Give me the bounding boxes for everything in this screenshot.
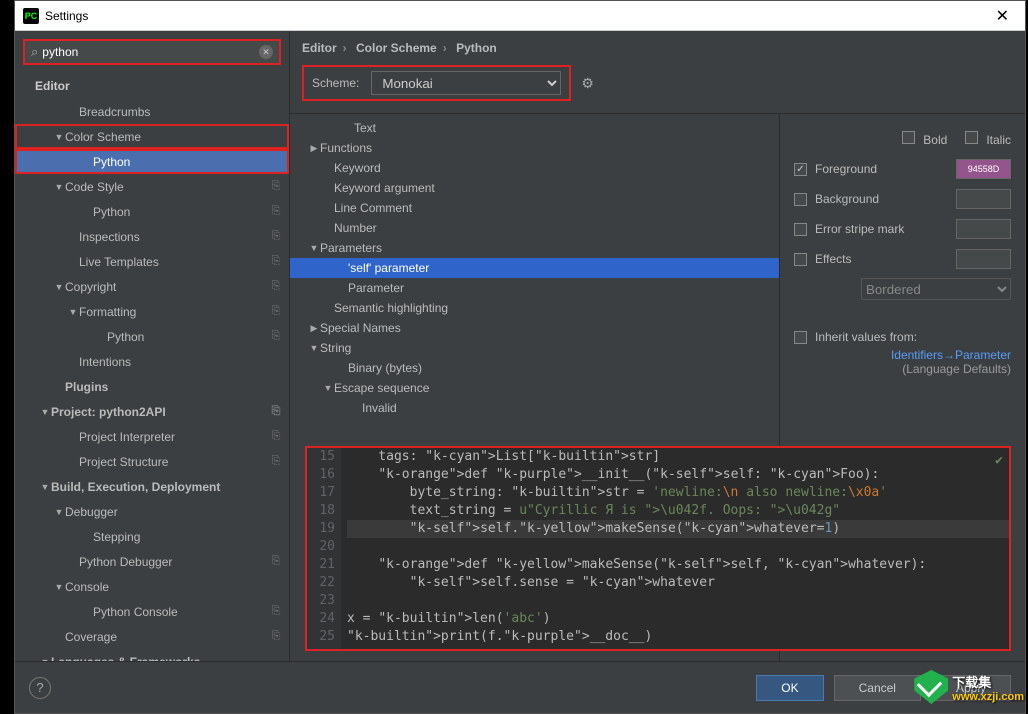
attr-item[interactable]: ▶Functions bbox=[290, 138, 779, 158]
attr-item[interactable]: Keyword bbox=[290, 158, 779, 178]
inherit-checkbox[interactable] bbox=[794, 331, 807, 344]
sidebar-item[interactable]: Python Console⎘ bbox=[15, 599, 289, 624]
project-config-icon: ⎘ bbox=[269, 280, 283, 294]
close-icon[interactable]: ✕ bbox=[988, 6, 1017, 26]
sidebar-item[interactable]: Python Debugger⎘ bbox=[15, 549, 289, 574]
sidebar-item[interactable]: ▼Debugger⎘ bbox=[15, 499, 289, 524]
sidebar-item[interactable]: Plugins⎘ bbox=[15, 374, 289, 399]
attr-item[interactable]: Number bbox=[290, 218, 779, 238]
project-config-icon: ⎘ bbox=[269, 330, 283, 344]
sidebar-item[interactable]: Inspections⎘ bbox=[15, 224, 289, 249]
background-swatch[interactable] bbox=[956, 189, 1011, 209]
project-config-icon: ⎘ bbox=[269, 605, 283, 619]
ok-button[interactable]: OK bbox=[756, 675, 823, 701]
sidebar-item[interactable]: ▼Languages & Frameworks⎘ bbox=[15, 649, 289, 661]
dialog-footer: ? OK Cancel Apply bbox=[15, 661, 1025, 713]
project-config-icon: ⎘ bbox=[269, 230, 283, 244]
search-field[interactable]: ⌕ ✕ bbox=[23, 39, 281, 65]
sidebar-item[interactable]: Breadcrumbs⎘ bbox=[15, 99, 289, 124]
attr-item[interactable]: ▼Escape sequence bbox=[290, 378, 779, 398]
settings-sidebar: ⌕ ✕ EditorBreadcrumbs⎘▼Color Scheme⎘Pyth… bbox=[15, 31, 290, 661]
attr-item[interactable]: ▼Parameters bbox=[290, 238, 779, 258]
clear-search-icon[interactable]: ✕ bbox=[259, 45, 273, 59]
inherit-defaults-label: (Language Defaults) bbox=[794, 362, 1011, 376]
sidebar-item[interactable]: Project Structure⎘ bbox=[15, 449, 289, 474]
errorstripe-checkbox[interactable] bbox=[794, 223, 807, 236]
project-config-icon: ⎘ bbox=[269, 405, 283, 419]
sidebar-item[interactable]: Intentions⎘ bbox=[15, 349, 289, 374]
errorstripe-swatch[interactable] bbox=[956, 219, 1011, 239]
help-button[interactable]: ? bbox=[29, 677, 51, 699]
sidebar-item[interactable]: ▼Color Scheme⎘ bbox=[15, 124, 289, 149]
attr-item[interactable]: 'self' parameter bbox=[290, 258, 779, 278]
sidebar-item[interactable]: Live Templates⎘ bbox=[15, 249, 289, 274]
project-config-icon: ⎘ bbox=[269, 305, 283, 319]
foreground-label: Foreground bbox=[815, 162, 956, 176]
sidebar-item[interactable]: ▼Build, Execution, Deployment⎘ bbox=[15, 474, 289, 499]
project-config-icon: ⎘ bbox=[269, 205, 283, 219]
sidebar-item[interactable]: Coverage⎘ bbox=[15, 624, 289, 649]
italic-checkbox[interactable] bbox=[965, 131, 978, 144]
background-checkbox[interactable] bbox=[794, 193, 807, 206]
attr-item[interactable]: Keyword argument bbox=[290, 178, 779, 198]
attr-item[interactable]: Invalid bbox=[290, 398, 779, 418]
cancel-button[interactable]: Cancel bbox=[834, 675, 921, 701]
sidebar-item[interactable]: Project Interpreter⎘ bbox=[15, 424, 289, 449]
titlebar: PC Settings ✕ bbox=[15, 1, 1025, 31]
scheme-select[interactable]: Monokai bbox=[371, 71, 561, 95]
sidebar-item[interactable]: ▼Code Style⎘ bbox=[15, 174, 289, 199]
attr-item[interactable]: ▼String bbox=[290, 338, 779, 358]
effects-swatch[interactable] bbox=[956, 249, 1011, 269]
sidebar-item[interactable]: ▼Project: python2API⎘ bbox=[15, 399, 289, 424]
valid-mark-icon: ✔ bbox=[995, 452, 1003, 470]
project-config-icon: ⎘ bbox=[269, 455, 283, 469]
inherit-link[interactable]: Identifiers→Parameter bbox=[794, 348, 1011, 362]
bold-checkbox[interactable] bbox=[902, 131, 915, 144]
apply-button[interactable]: Apply bbox=[931, 675, 1011, 701]
sidebar-item[interactable]: Python⎘ bbox=[15, 199, 289, 224]
project-config-icon: ⎘ bbox=[269, 630, 283, 644]
attr-item[interactable]: Line Comment bbox=[290, 198, 779, 218]
gear-icon[interactable]: ⚙ bbox=[581, 75, 594, 92]
project-config-icon: ⎘ bbox=[269, 255, 283, 269]
foreground-checkbox[interactable] bbox=[794, 163, 807, 176]
sidebar-item[interactable]: ▼Console⎘ bbox=[15, 574, 289, 599]
attr-item[interactable]: Semantic highlighting bbox=[290, 298, 779, 318]
attr-item[interactable]: Parameter bbox=[290, 278, 779, 298]
project-config-icon: ⎘ bbox=[269, 180, 283, 194]
effects-kind-select[interactable]: Bordered bbox=[861, 278, 1011, 300]
sidebar-item[interactable]: ▼Copyright⎘ bbox=[15, 274, 289, 299]
search-icon: ⌕ bbox=[31, 44, 38, 60]
foreground-swatch[interactable]: 94558D bbox=[956, 159, 1011, 179]
breadcrumb: Editor› Color Scheme› Python bbox=[290, 31, 1025, 61]
sidebar-item[interactable]: ▼Formatting⎘ bbox=[15, 299, 289, 324]
scheme-selector-box: Scheme: Monokai bbox=[302, 65, 571, 101]
project-config-icon: ⎘ bbox=[269, 555, 283, 569]
code-preview: ✔ 1516171819202122232425 tags: "k-cyan">… bbox=[305, 446, 1011, 651]
project-config-icon: ⎘ bbox=[269, 430, 283, 444]
sidebar-item[interactable]: Python⎘ bbox=[15, 324, 289, 349]
attr-item[interactable]: ▶Special Names bbox=[290, 318, 779, 338]
settings-tree[interactable]: EditorBreadcrumbs⎘▼Color Scheme⎘Python⎘▼… bbox=[15, 73, 289, 661]
window-title: Settings bbox=[45, 9, 988, 23]
attr-item[interactable]: Text bbox=[290, 118, 779, 138]
app-icon: PC bbox=[23, 8, 39, 24]
attr-item[interactable]: Binary (bytes) bbox=[290, 358, 779, 378]
effects-checkbox[interactable] bbox=[794, 253, 807, 266]
sidebar-item[interactable]: Python⎘ bbox=[15, 149, 289, 174]
search-input[interactable] bbox=[42, 45, 259, 59]
sidebar-item[interactable]: Stepping⎘ bbox=[15, 524, 289, 549]
scheme-label: Scheme: bbox=[312, 76, 359, 90]
